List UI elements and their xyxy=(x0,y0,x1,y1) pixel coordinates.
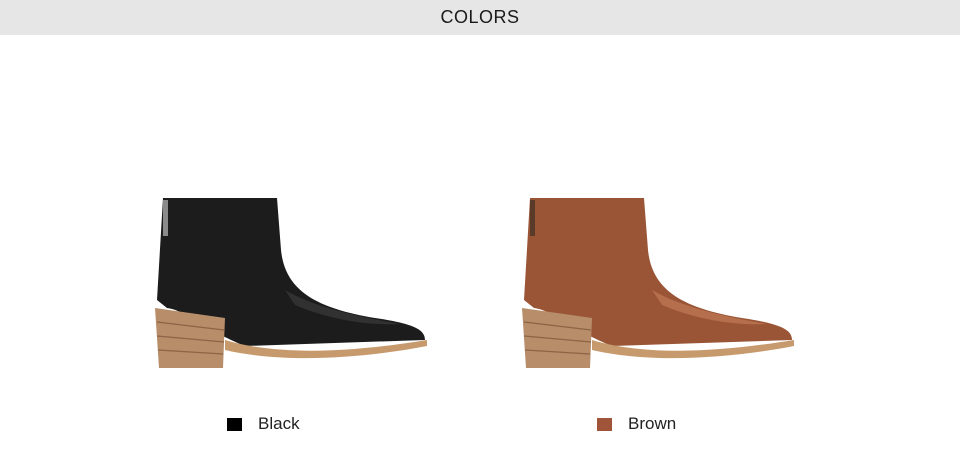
color-label-black: Black xyxy=(258,414,300,433)
color-option-brown[interactable]: Brown xyxy=(597,412,676,436)
boot-image-black xyxy=(145,190,435,375)
section-title: COLORS xyxy=(440,7,520,27)
color-swatch-brown xyxy=(597,417,612,431)
color-label-brown: Brown xyxy=(628,414,677,433)
boot-image-brown xyxy=(512,190,802,375)
color-swatch-black xyxy=(227,417,242,431)
colors-header: COLORS xyxy=(0,0,960,35)
color-option-black[interactable]: Black xyxy=(227,412,300,436)
